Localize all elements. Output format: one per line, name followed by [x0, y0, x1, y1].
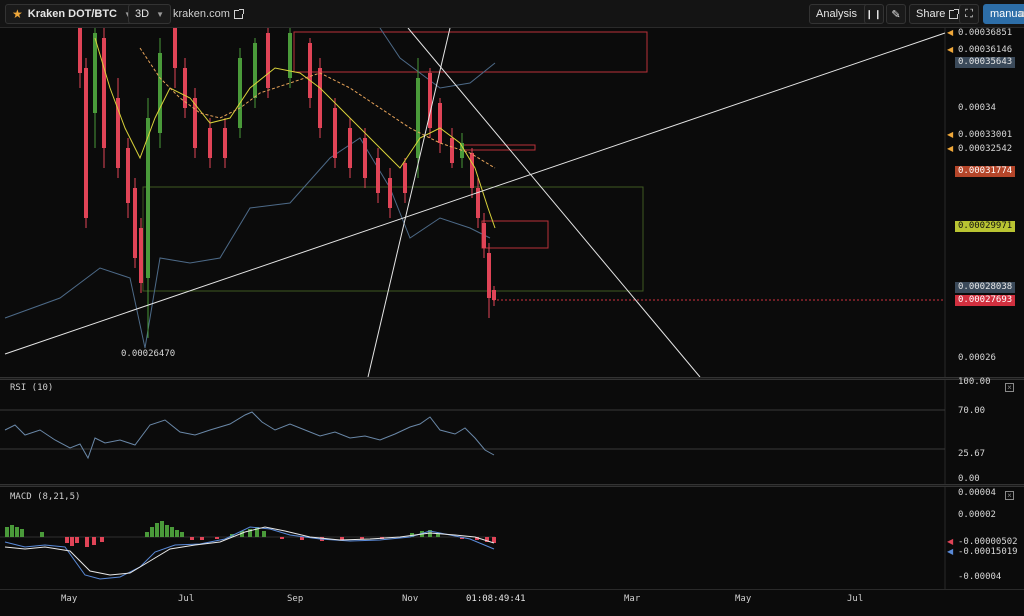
descending-trendline[interactable] — [407, 28, 701, 377]
time-label: Jul — [178, 594, 195, 604]
price-level: 0.00036851 — [958, 28, 1013, 38]
price-level: 0.00032542 — [958, 144, 1013, 154]
timeframe-selector[interactable]: 3D ▼ — [128, 4, 171, 24]
mode-extra: a — [1019, 4, 1024, 24]
macd-level: 0.00002 — [958, 510, 996, 520]
fullscreen-button[interactable]: ⛶ — [959, 4, 979, 24]
star-icon[interactable]: ★ — [12, 7, 23, 21]
macd-level: -0.00015019 — [958, 547, 1018, 557]
price-chart[interactable] — [0, 28, 1024, 377]
price-level: 0.00036146 — [958, 45, 1013, 55]
source-label: kraken.com — [173, 8, 230, 20]
mode-extra-label: a — [1019, 8, 1024, 20]
rsi-chart[interactable] — [0, 380, 1024, 484]
external-link-icon — [949, 8, 960, 19]
upper-band — [379, 28, 496, 89]
resistance-zone — [293, 31, 648, 73]
rsi-level: 25.67 — [958, 449, 986, 459]
draw-button[interactable]: ✎ — [886, 4, 906, 24]
time-label: Jul — [847, 594, 864, 604]
time-label: Sep — [287, 594, 304, 604]
manual-mode-button[interactable]: manual — [983, 4, 1024, 24]
low-price-annotation: 0.00026470 — [121, 349, 176, 359]
symbol-label: Kraken DOT/BTC — [27, 8, 118, 20]
source-link[interactable]: kraken.com — [173, 4, 244, 24]
price-tag: 0.00027693 — [955, 295, 1016, 306]
arrow-left-icon: ◀ — [947, 45, 954, 54]
price-tag: 0.00031774 — [955, 166, 1016, 177]
price-level: 0.00034 — [958, 103, 996, 113]
time-label: Nov — [402, 594, 419, 604]
rsi-line — [4, 411, 495, 460]
macd-chart[interactable] — [0, 487, 1024, 589]
price-tag: 0.00028038 — [955, 282, 1016, 293]
rsi-level: 70.00 — [958, 406, 986, 416]
macd-level: 0.00004 — [958, 488, 996, 498]
macd-title: MACD (8,21,5) — [10, 492, 81, 502]
time-label: May — [735, 594, 752, 604]
arrow-left-icon: ◀ — [947, 537, 954, 546]
arrow-left-icon: ◀ — [947, 144, 954, 153]
top-toolbar: ★ Kraken DOT/BTC ▼ 3D ▼ kraken.com Analy… — [0, 0, 1024, 28]
macd-level: -0.00000502 — [958, 537, 1018, 547]
steep-trendline[interactable] — [367, 28, 451, 377]
arrow-left-icon: ◀ — [947, 130, 954, 139]
candle-countdown: 01:08:49:41 — [466, 594, 526, 604]
chevron-down-icon: ▼ — [156, 9, 164, 19]
arrow-left-icon: ◀ — [947, 547, 954, 556]
pause-icon: ❙❙ — [865, 8, 883, 19]
time-label: May — [61, 594, 78, 604]
price-tag: 0.00029971 — [955, 221, 1016, 232]
share-button[interactable]: Share — [909, 4, 966, 24]
fast-ma-line — [94, 37, 496, 229]
pencil-icon: ✎ — [891, 8, 901, 21]
price-level: 0.00026 — [958, 353, 996, 363]
macd-level: -0.00004 — [958, 572, 1002, 582]
demand-zone — [142, 186, 644, 292]
rsi-level: 100.00 — [958, 377, 991, 387]
timeframe-label: 3D — [135, 8, 150, 20]
rsi-title: RSI (10) — [10, 383, 54, 393]
pause-button[interactable]: ❙❙ — [864, 4, 884, 24]
rsi-level: 0.00 — [958, 474, 980, 484]
small-zone — [461, 144, 536, 151]
time-label: Mar — [624, 594, 641, 604]
share-label: Share — [916, 8, 946, 20]
fullscreen-icon: ⛶ — [965, 7, 973, 20]
external-link-icon — [233, 8, 244, 19]
symbol-selector[interactable]: ★ Kraken DOT/BTC ▼ — [5, 4, 139, 24]
analysis-label: Analysis — [816, 8, 857, 20]
price-level: 0.00033001 — [958, 130, 1013, 140]
arrow-left-icon: ◀ — [947, 28, 954, 37]
close-icon[interactable]: × — [1005, 491, 1014, 500]
price-tag: 0.00035643 — [955, 57, 1016, 68]
close-icon[interactable]: × — [1005, 383, 1014, 392]
supply-zone — [481, 220, 549, 249]
